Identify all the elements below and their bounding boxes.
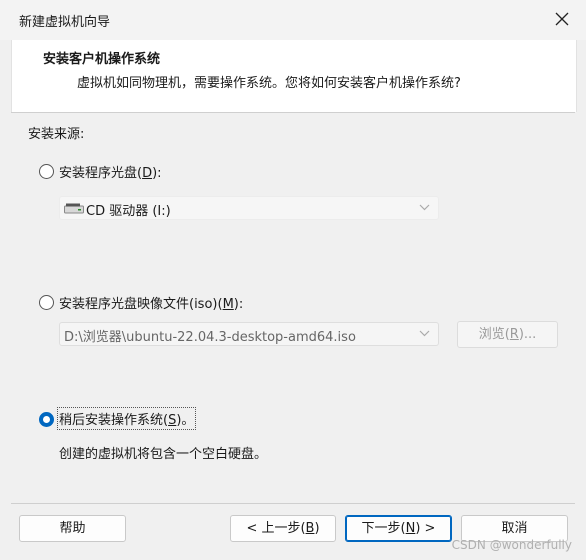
title-bar: 新建虚拟机向导 bbox=[0, 0, 586, 40]
window-title: 新建虚拟机向导 bbox=[19, 15, 111, 30]
cd-drive-icon bbox=[64, 203, 84, 214]
header-divider bbox=[11, 112, 575, 113]
drive-select-value: CD 驱动器 (I:) bbox=[86, 204, 171, 219]
iso-path-value: D:\浏览器\ubuntu-22.04.3-desktop-amd64.iso bbox=[64, 330, 356, 345]
chevron-down-icon bbox=[419, 204, 430, 211]
watermark: CSDN @wonderfully bbox=[451, 538, 572, 552]
close-button[interactable] bbox=[550, 9, 574, 31]
radio-installer-disc[interactable] bbox=[39, 164, 54, 179]
radio-iso-image[interactable] bbox=[39, 295, 54, 310]
next-button[interactable]: 下一步(N) > bbox=[345, 515, 452, 542]
footer-divider bbox=[11, 503, 575, 504]
install-later-label[interactable]: 稍后安装操作系统(S)。 bbox=[56, 407, 197, 430]
drive-select[interactable]: CD 驱动器 (I:) bbox=[59, 196, 439, 220]
close-icon bbox=[555, 12, 569, 26]
iso-path-input[interactable]: D:\浏览器\ubuntu-22.04.3-desktop-amd64.iso bbox=[59, 322, 439, 346]
chevron-down-icon bbox=[419, 330, 430, 337]
browse-button[interactable]: 浏览(R)... bbox=[457, 321, 558, 348]
iso-image-label[interactable]: 安装程序光盘映像文件(iso)(M): bbox=[59, 293, 243, 312]
install-later-description: 创建的虚拟机将包含一个空白硬盘。 bbox=[59, 447, 268, 462]
page-subtitle: 虚拟机如同物理机，需要操作系统。您将如何安装客户机操作系统? bbox=[77, 76, 461, 91]
installer-disc-label[interactable]: 安装程序光盘(D): bbox=[59, 162, 162, 181]
page-title: 安装客户机操作系统 bbox=[43, 52, 161, 67]
wizard-header: 安装客户机操作系统 虚拟机如同物理机，需要操作系统。您将如何安装客户机操作系统? bbox=[11, 40, 577, 112]
install-source-label: 安装来源: bbox=[28, 127, 85, 142]
back-button[interactable]: < 上一步(B) bbox=[230, 515, 336, 542]
radio-install-later[interactable] bbox=[39, 412, 54, 427]
help-button[interactable]: 帮助 bbox=[19, 515, 126, 542]
